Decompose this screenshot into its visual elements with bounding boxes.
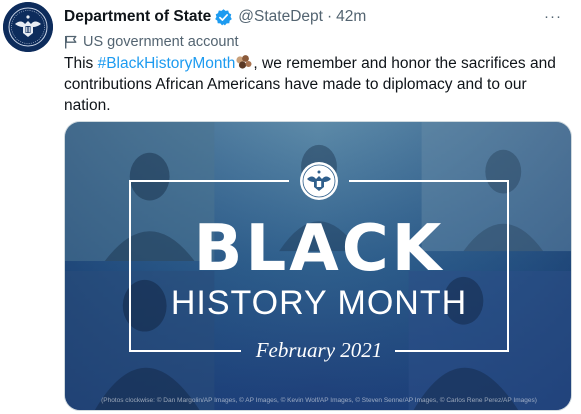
media-title: BLACK <box>193 212 445 286</box>
tweet-text: This #BlackHistoryMonth , we remember an… <box>64 53 574 116</box>
tweet-media-image[interactable]: BLACK HISTORY MONTH February 2021 (Photo… <box>64 121 572 411</box>
account-label-text: US government account <box>83 34 239 50</box>
separator-dot: · <box>326 8 333 25</box>
hashtag-link[interactable]: #BlackHistoryMonth <box>98 55 236 72</box>
frame-line <box>129 180 289 182</box>
author-name[interactable]: Department of State <box>64 8 211 26</box>
media-subtitle: HISTORY MONTH <box>170 284 468 322</box>
photo-credits: (Photos clockwise: © Dan Margolin/AP Ima… <box>101 397 537 404</box>
media-date: February 2021 <box>255 338 383 362</box>
flag-icon <box>64 35 77 49</box>
tweet-header: Department of State @StateDept · 42m <box>64 6 366 28</box>
author-handle[interactable]: @StateDept <box>238 8 323 26</box>
more-icon: ··· <box>544 7 562 25</box>
tweet[interactable]: Department of State @StateDept · 42m ···… <box>0 0 581 414</box>
tweet-timestamp[interactable]: 42m <box>336 8 366 26</box>
eagle-seal-icon <box>298 160 340 202</box>
frame-line <box>349 180 509 182</box>
verified-badge-icon <box>214 8 233 27</box>
tweet-text-prefix: This <box>64 55 98 72</box>
state-department-seal-icon <box>3 2 53 52</box>
government-account-label[interactable]: US government account <box>64 32 239 52</box>
avatar[interactable] <box>3 2 53 52</box>
raised-fists-emoji-icon <box>235 54 253 70</box>
more-options-button[interactable]: ··· <box>541 6 565 26</box>
